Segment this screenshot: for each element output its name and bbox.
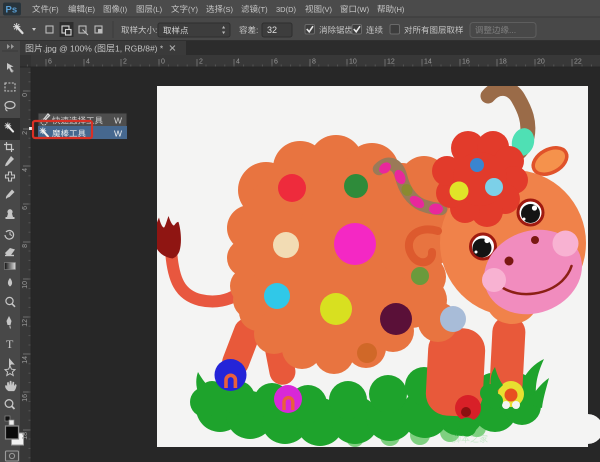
svg-text:2: 2 — [22, 131, 29, 135]
svg-text:T: T — [6, 337, 14, 351]
svg-text:6: 6 — [274, 59, 278, 66]
svg-text:1, RGB/8#) *: 1, RGB/8#) * — [115, 44, 164, 54]
svg-text:6: 6 — [22, 206, 29, 210]
svg-text:(H): (H) — [394, 5, 405, 14]
svg-text:(F): (F) — [49, 5, 59, 14]
svg-text::: : — [256, 25, 258, 35]
svg-text:(W): (W) — [357, 5, 370, 14]
svg-text:22: 22 — [574, 59, 582, 66]
svg-text:14: 14 — [22, 356, 29, 364]
svg-text:8: 8 — [22, 244, 29, 248]
svg-text:(T): (T) — [258, 5, 268, 14]
svg-text:(E): (E) — [85, 5, 96, 14]
svg-text:(I): (I) — [120, 5, 128, 14]
svg-text:(V): (V) — [322, 5, 333, 14]
svg-text:(L): (L) — [153, 5, 163, 14]
svg-text:12: 12 — [387, 59, 395, 66]
svg-text:4: 4 — [86, 59, 90, 66]
svg-text:2: 2 — [123, 59, 127, 66]
svg-text:4: 4 — [236, 59, 240, 66]
svg-text:12: 12 — [22, 319, 29, 327]
svg-text:14: 14 — [424, 59, 432, 66]
svg-text:W: W — [114, 116, 122, 126]
svg-text:Ps: Ps — [6, 5, 18, 16]
svg-text:0: 0 — [22, 93, 29, 97]
svg-text:8: 8 — [312, 59, 316, 66]
svg-text:2: 2 — [199, 59, 203, 66]
svg-text:4: 4 — [22, 168, 29, 172]
svg-text:10: 10 — [349, 59, 357, 66]
svg-text:(S): (S) — [223, 5, 234, 14]
svg-text:W: W — [114, 129, 122, 139]
svg-text:18: 18 — [22, 432, 29, 440]
svg-text:16: 16 — [462, 59, 470, 66]
svg-text:0: 0 — [161, 59, 165, 66]
svg-text:16: 16 — [22, 394, 29, 402]
svg-text:20: 20 — [537, 59, 545, 66]
svg-text::: : — [155, 25, 157, 35]
svg-text:...: ... — [509, 25, 516, 35]
svg-text:18: 18 — [499, 59, 507, 66]
svg-text:3D(D): 3D(D) — [276, 5, 297, 14]
svg-text:(Y): (Y) — [188, 5, 199, 14]
svg-text:32: 32 — [267, 25, 277, 35]
svg-text:6: 6 — [48, 59, 52, 66]
svg-text:10: 10 — [22, 281, 29, 289]
svg-text:.jpg @ 100% (: .jpg @ 100% ( — [43, 44, 97, 54]
